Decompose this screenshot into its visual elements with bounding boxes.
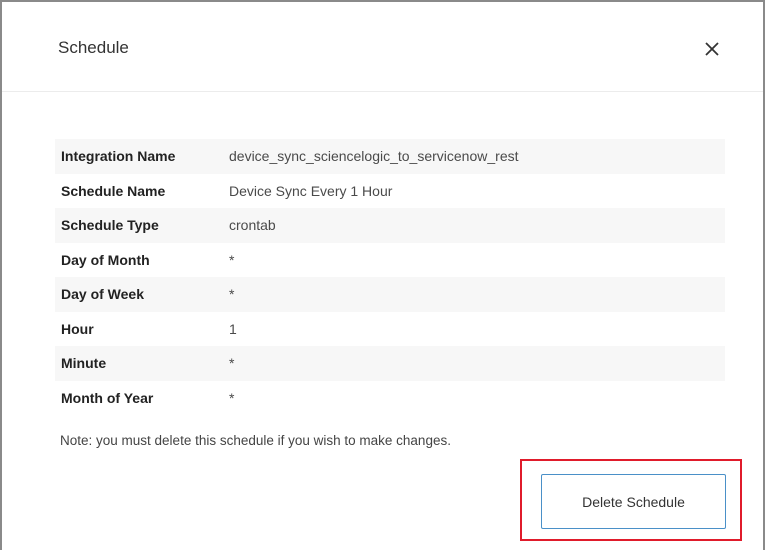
schedule-details-table: Integration Name device_sync_sciencelogi…: [55, 139, 725, 415]
close-icon[interactable]: [698, 35, 726, 63]
detail-label: Month of Year: [61, 389, 154, 406]
detail-value: *: [229, 251, 235, 268]
detail-label: Day of Month: [61, 251, 150, 268]
detail-value: 1: [229, 320, 237, 337]
detail-row-integration-name: Integration Name device_sync_sciencelogi…: [55, 139, 725, 174]
edit-note: Note: you must delete this schedule if y…: [60, 433, 451, 448]
schedule-dialog: Schedule Integration Name device_sync_sc…: [0, 0, 765, 550]
dialog-header: Schedule: [2, 2, 763, 92]
detail-value: *: [229, 389, 235, 406]
detail-value: device_sync_sciencelogic_to_servicenow_r…: [229, 148, 519, 165]
detail-label: Day of Week: [61, 286, 144, 303]
detail-row-hour: Hour 1: [55, 311, 725, 346]
delete-schedule-button[interactable]: Delete Schedule: [541, 474, 726, 529]
detail-label: Schedule Type: [61, 217, 159, 234]
detail-row-day-of-month: Day of Month *: [55, 242, 725, 277]
detail-value: *: [229, 355, 235, 372]
detail-row-minute: Minute *: [55, 346, 725, 381]
detail-row-day-of-week: Day of Week *: [55, 277, 725, 312]
detail-value: crontab: [229, 217, 276, 234]
detail-row-schedule-name: Schedule Name Device Sync Every 1 Hour: [55, 173, 725, 208]
detail-label: Integration Name: [61, 148, 176, 165]
detail-value: Device Sync Every 1 Hour: [229, 182, 393, 199]
detail-value: *: [229, 286, 235, 303]
detail-label: Schedule Name: [61, 182, 166, 199]
detail-row-schedule-type: Schedule Type crontab: [55, 208, 725, 243]
detail-label: Minute: [61, 355, 107, 372]
dialog-title: Schedule: [58, 38, 129, 57]
detail-row-month-of-year: Month of Year *: [55, 380, 725, 415]
detail-label: Hour: [61, 320, 94, 337]
